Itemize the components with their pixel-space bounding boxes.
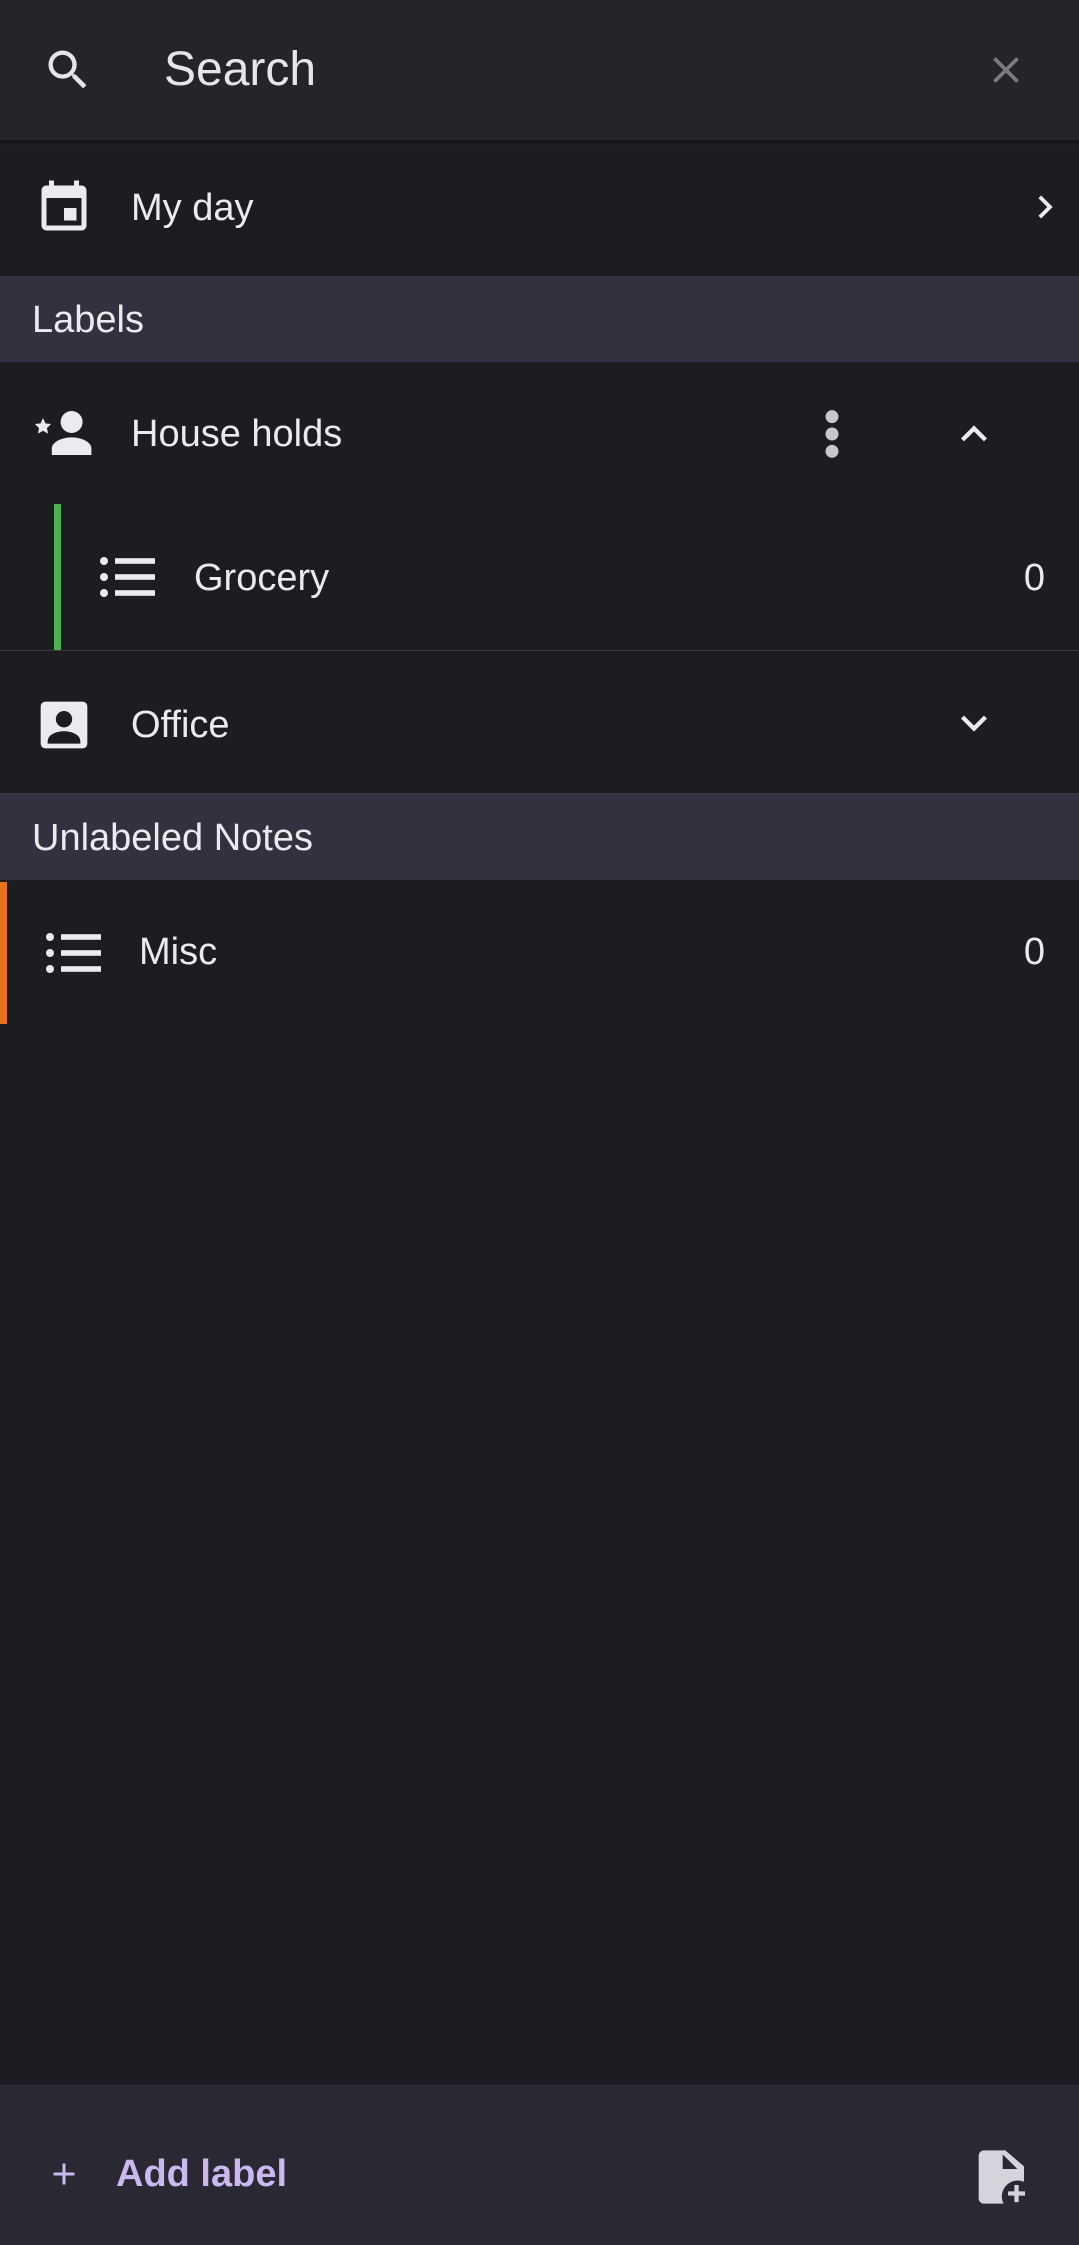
list-item-grocery[interactable]: Grocery 0 <box>0 504 1079 650</box>
list-name: Misc <box>139 931 218 973</box>
list-name: Grocery <box>194 557 330 599</box>
list-accent-bar <box>0 882 7 1024</box>
more-options-icon[interactable] <box>818 408 846 460</box>
calendar-icon <box>34 178 94 238</box>
search-input[interactable]: Search <box>164 40 316 100</box>
list-count: 0 <box>1023 931 1045 973</box>
chevron-up-icon[interactable] <box>948 408 1000 460</box>
add-label-text: Add label <box>116 2152 288 2195</box>
close-icon[interactable] <box>984 48 1028 92</box>
chevron-right-icon[interactable] <box>1022 184 1068 230</box>
my-day-label: My day <box>131 187 254 229</box>
plus-icon <box>46 2156 88 2192</box>
labels-section-header: Labels <box>0 276 1079 362</box>
list-icon <box>99 554 155 600</box>
label-name: House holds <box>131 413 343 455</box>
chevron-down-icon[interactable] <box>948 697 1000 749</box>
label-name: Office <box>131 704 230 746</box>
search-bar[interactable]: Search <box>0 0 1079 140</box>
labels-section-title: Labels <box>32 299 144 341</box>
person-star-icon <box>32 406 98 460</box>
label-item-office[interactable]: Office <box>0 651 1079 793</box>
list-accent-bar <box>54 504 61 650</box>
list-icon <box>45 930 101 976</box>
add-label-button[interactable]: Add label <box>46 2144 287 2204</box>
add-note-icon[interactable] <box>968 2145 1032 2209</box>
label-item-house-holds[interactable]: House holds <box>0 362 1079 504</box>
contact-card-icon <box>36 697 92 753</box>
my-day-item[interactable]: My day <box>0 140 1079 276</box>
search-icon <box>42 44 94 96</box>
list-count: 0 <box>1023 557 1045 599</box>
unlabeled-section-title: Unlabeled Notes <box>32 817 313 859</box>
list-item-misc[interactable]: Misc 0 <box>0 880 1079 1026</box>
unlabeled-section-header: Unlabeled Notes <box>0 794 1079 880</box>
